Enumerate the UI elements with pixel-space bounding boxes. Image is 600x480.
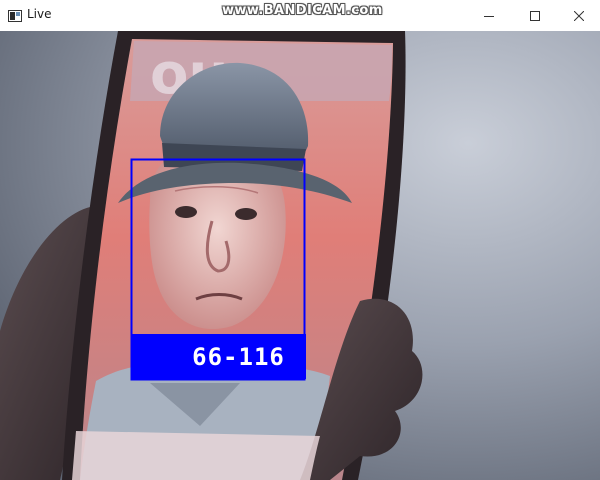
minimize-button[interactable] bbox=[466, 0, 512, 31]
maximize-icon bbox=[530, 6, 540, 25]
detection-overlay bbox=[130, 158, 306, 381]
minimize-icon bbox=[484, 6, 494, 25]
close-button[interactable] bbox=[556, 0, 600, 31]
app-icon bbox=[8, 8, 22, 22]
close-icon bbox=[573, 6, 585, 25]
title-bar[interactable]: Live www.BANDICAM.com bbox=[0, 0, 600, 31]
maximize-button[interactable] bbox=[512, 0, 558, 31]
age-range-label: 66-116 bbox=[192, 343, 285, 371]
camera-feed: ou bbox=[0, 31, 600, 480]
bandicam-watermark: www.BANDICAM.com bbox=[222, 3, 383, 18]
live-window: Live www.BANDICAM.com ou 66-116 bbox=[0, 0, 600, 480]
window-title: Live bbox=[27, 7, 52, 21]
